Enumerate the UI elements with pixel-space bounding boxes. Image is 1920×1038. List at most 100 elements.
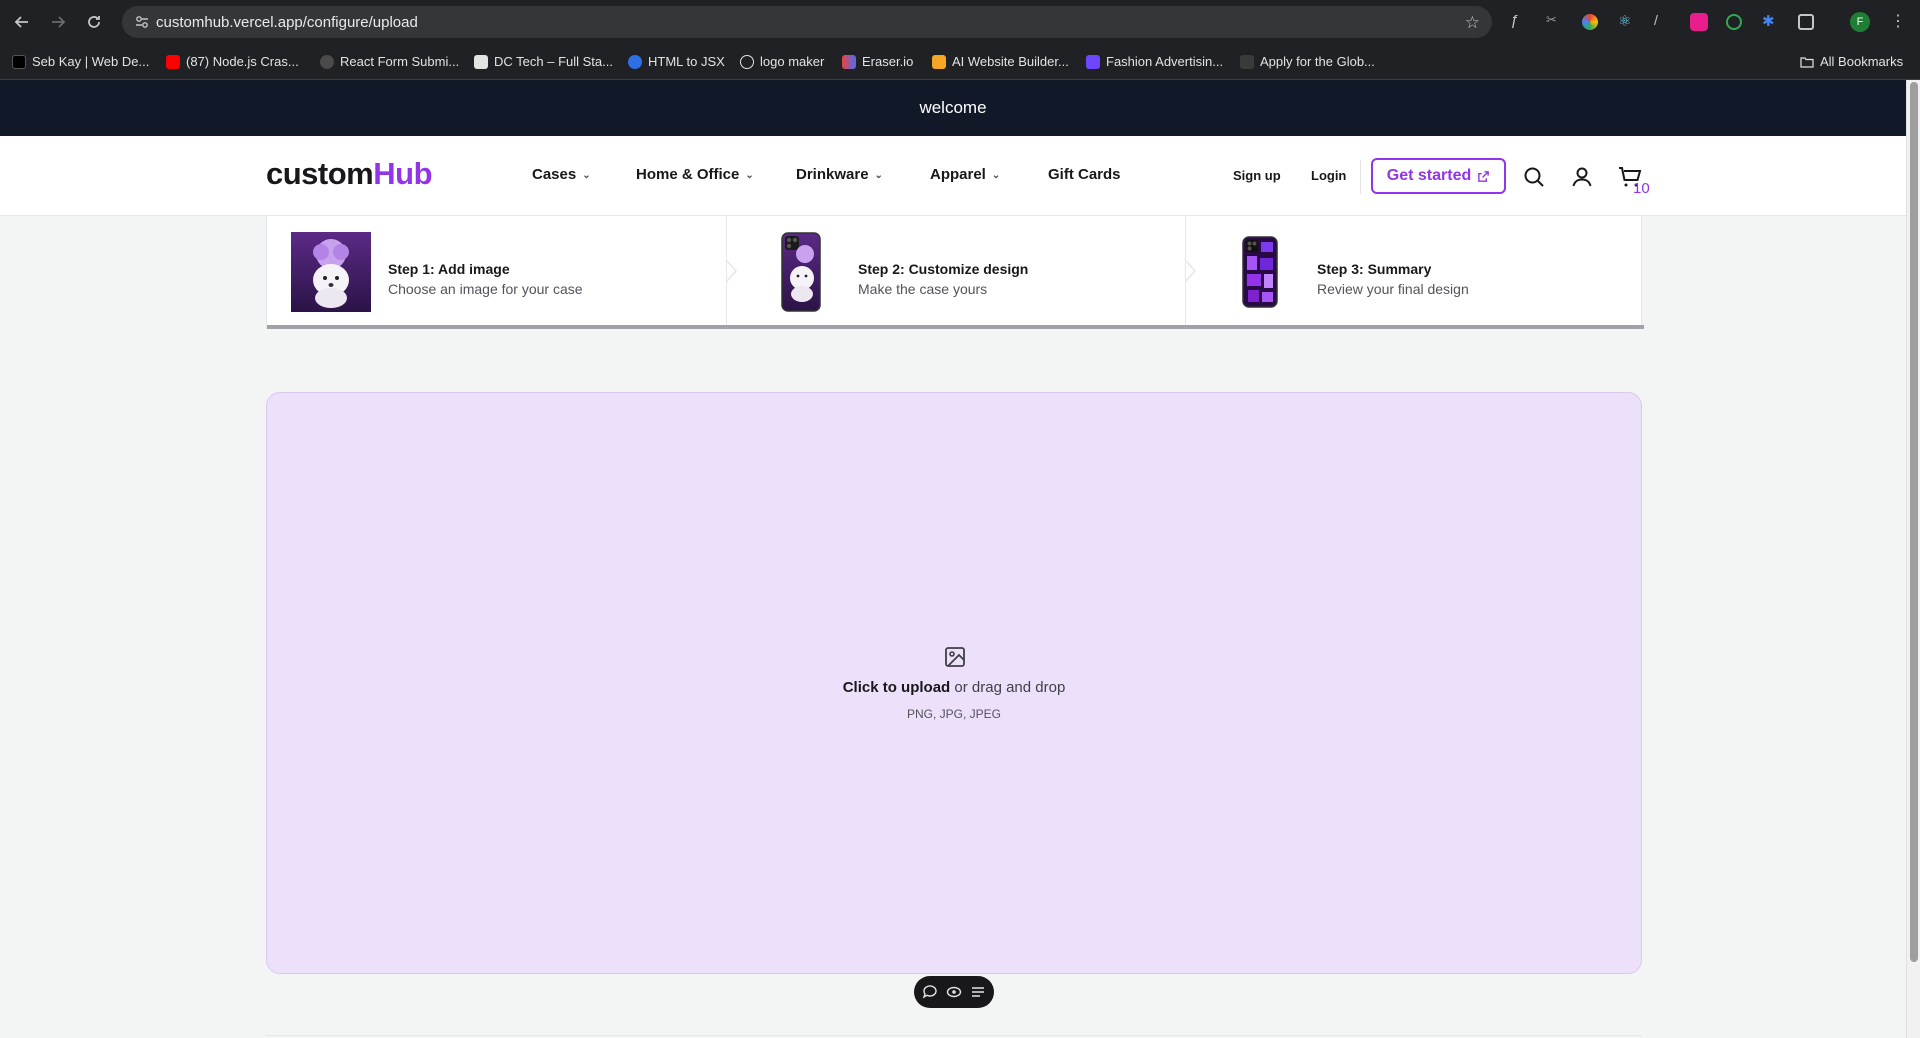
external-link-icon bbox=[1478, 170, 1490, 182]
login-link[interactable]: Login bbox=[1311, 168, 1346, 183]
extension-target-icon[interactable] bbox=[1726, 14, 1742, 30]
click-to-upload-link[interactable]: Click to upload bbox=[843, 679, 951, 696]
bookmark-favicon bbox=[320, 54, 334, 69]
step-3-image bbox=[1242, 236, 1278, 308]
cart-count-badge: 10 bbox=[1633, 180, 1650, 197]
logo-text-custom: custom bbox=[266, 156, 374, 191]
bookmark-item[interactable]: Apply for the Glob... bbox=[1240, 54, 1375, 69]
sign-up-link[interactable]: Sign up bbox=[1233, 168, 1281, 183]
extension-pen-icon[interactable]: / bbox=[1654, 12, 1674, 32]
chevron-down-icon: ⌄ bbox=[991, 170, 1001, 181]
bookmark-label: logo maker bbox=[760, 54, 825, 69]
step-1-image bbox=[291, 232, 371, 312]
nav-home-office[interactable]: Home & Office ⌄ bbox=[636, 166, 754, 183]
bookmark-item[interactable]: AI Website Builder... bbox=[932, 54, 1069, 69]
user-icon[interactable] bbox=[1570, 165, 1594, 189]
extension-download-icon[interactable] bbox=[1690, 13, 1708, 31]
welcome-text: welcome bbox=[919, 98, 987, 117]
extension-scissors-icon[interactable]: ✂ bbox=[1546, 12, 1566, 32]
bookmark-label: DC Tech – Full Sta... bbox=[494, 54, 613, 69]
step-subtitle: Make the case yours bbox=[858, 281, 988, 297]
step-customize-design: Step 2: Customize design Make the case y… bbox=[726, 216, 1185, 329]
nav-drinkware[interactable]: Drinkware ⌄ bbox=[796, 166, 883, 183]
site-logo[interactable]: customHub bbox=[266, 156, 433, 192]
chevron-down-icon: ⌄ bbox=[874, 170, 883, 181]
nav-apparel[interactable]: Apparel ⌄ bbox=[930, 166, 1000, 183]
bookmark-favicon bbox=[1240, 54, 1254, 69]
bookmark-favicon bbox=[628, 54, 642, 69]
nav-label: Drinkware bbox=[796, 166, 869, 183]
forward-icon[interactable] bbox=[46, 10, 70, 34]
step-subtitle: Review your final design bbox=[1317, 281, 1469, 297]
profile-avatar[interactable]: F bbox=[1850, 12, 1870, 32]
bookmarks-bar: Seb Kay | Web De... (87) Node.js Cras...… bbox=[0, 44, 1920, 80]
bookmark-label: HTML to JSX bbox=[648, 54, 725, 69]
logo-text-hub: Hub bbox=[373, 156, 433, 191]
welcome-banner: welcome bbox=[0, 80, 1906, 136]
back-icon[interactable] bbox=[10, 10, 34, 34]
steps-progress: Step 1: Add image Choose an image for yo… bbox=[266, 216, 1644, 329]
reload-icon[interactable] bbox=[82, 10, 106, 34]
bookmark-label: (87) Node.js Cras... bbox=[186, 54, 299, 69]
extension-fx-icon[interactable]: ƒ bbox=[1510, 12, 1530, 32]
page: welcome customHub Cases ⌄ Home & Office ⌄ … bbox=[0, 80, 1906, 1038]
list-icon[interactable] bbox=[970, 984, 986, 1000]
extensions-menu-icon[interactable] bbox=[1798, 14, 1814, 30]
step-title: Step 2: Customize design bbox=[858, 261, 1029, 277]
step-subtitle: Choose an image for your case bbox=[388, 281, 583, 297]
bookmark-item[interactable]: (87) Node.js Cras... bbox=[166, 54, 299, 69]
chevron-down-icon: ⌄ bbox=[745, 170, 754, 181]
step-progress-bar bbox=[267, 325, 726, 329]
floating-toolbar bbox=[914, 976, 994, 1008]
step-progress-bar bbox=[726, 325, 1185, 329]
nav-cases[interactable]: Cases ⌄ bbox=[532, 166, 591, 183]
get-started-button[interactable]: Get started bbox=[1371, 158, 1506, 194]
step-progress-bar bbox=[1185, 325, 1644, 329]
step-2-image bbox=[781, 232, 821, 312]
nav-gift-cards[interactable]: Gift Cards bbox=[1048, 166, 1121, 183]
bookmark-item[interactable]: logo maker bbox=[740, 54, 824, 69]
bookmark-label: Seb Kay | Web De... bbox=[32, 54, 150, 69]
bookmark-item[interactable]: Eraser.io bbox=[842, 54, 913, 69]
step-add-image: Step 1: Add image Choose an image for yo… bbox=[267, 216, 726, 329]
extension-react-icon[interactable]: ⚛ bbox=[1618, 12, 1638, 32]
image-icon bbox=[945, 647, 965, 667]
site-info-icon[interactable] bbox=[134, 14, 150, 30]
bookmark-item[interactable]: Seb Kay | Web De... bbox=[12, 54, 149, 69]
bookmark-favicon bbox=[1086, 54, 1100, 69]
url-text: customhub.vercel.app/configure/upload bbox=[156, 13, 418, 31]
bookmark-favicon bbox=[932, 54, 946, 69]
scrollbar-thumb[interactable] bbox=[1910, 82, 1918, 962]
browser-menu-icon[interactable]: ⋮ bbox=[1890, 12, 1910, 32]
eye-icon[interactable] bbox=[946, 984, 962, 1000]
bookmark-label: React Form Submi... bbox=[340, 54, 460, 69]
bookmark-item[interactable]: React Form Submi... bbox=[320, 54, 459, 69]
nav-label: Home & Office bbox=[636, 166, 740, 183]
nav-label: Cases bbox=[532, 166, 577, 183]
bookmark-favicon bbox=[474, 54, 488, 69]
bookmark-label: AI Website Builder... bbox=[952, 54, 1069, 69]
bookmark-star-icon[interactable]: ☆ bbox=[1465, 13, 1480, 33]
comment-icon[interactable] bbox=[922, 984, 938, 1000]
accepted-file-types: PNG, JPG, JPEG bbox=[906, 707, 1002, 721]
get-started-label: Get started bbox=[1386, 167, 1472, 184]
all-bookmarks[interactable]: All Bookmarks bbox=[1800, 54, 1903, 69]
footer-divider bbox=[266, 1035, 1642, 1036]
bookmark-label: Eraser.io bbox=[862, 54, 914, 69]
chevron-down-icon: ⌄ bbox=[582, 170, 591, 181]
bookmark-item[interactable]: DC Tech – Full Sta... bbox=[474, 54, 613, 69]
address-bar[interactable]: customhub.vercel.app/configure/upload ☆ bbox=[122, 6, 1492, 38]
bookmark-label: Fashion Advertisin... bbox=[1106, 54, 1224, 69]
bookmark-label: Apply for the Glob... bbox=[1260, 54, 1375, 69]
header-divider bbox=[1360, 160, 1361, 194]
upload-dropzone[interactable]: Click to upload or drag and drop PNG, JP… bbox=[266, 392, 1642, 974]
bookmark-item[interactable]: Fashion Advertisin... bbox=[1086, 54, 1223, 69]
bookmark-favicon bbox=[740, 54, 754, 69]
step-title: Step 1: Add image bbox=[388, 261, 510, 277]
extension-puzzle-blue-icon[interactable]: ✱ bbox=[1762, 12, 1782, 32]
extension-color-icon[interactable] bbox=[1582, 14, 1598, 30]
search-icon[interactable] bbox=[1522, 165, 1546, 189]
page-scrollbar[interactable] bbox=[1906, 80, 1920, 1038]
bookmark-item[interactable]: HTML to JSX bbox=[628, 54, 725, 69]
youtube-icon bbox=[166, 54, 180, 69]
